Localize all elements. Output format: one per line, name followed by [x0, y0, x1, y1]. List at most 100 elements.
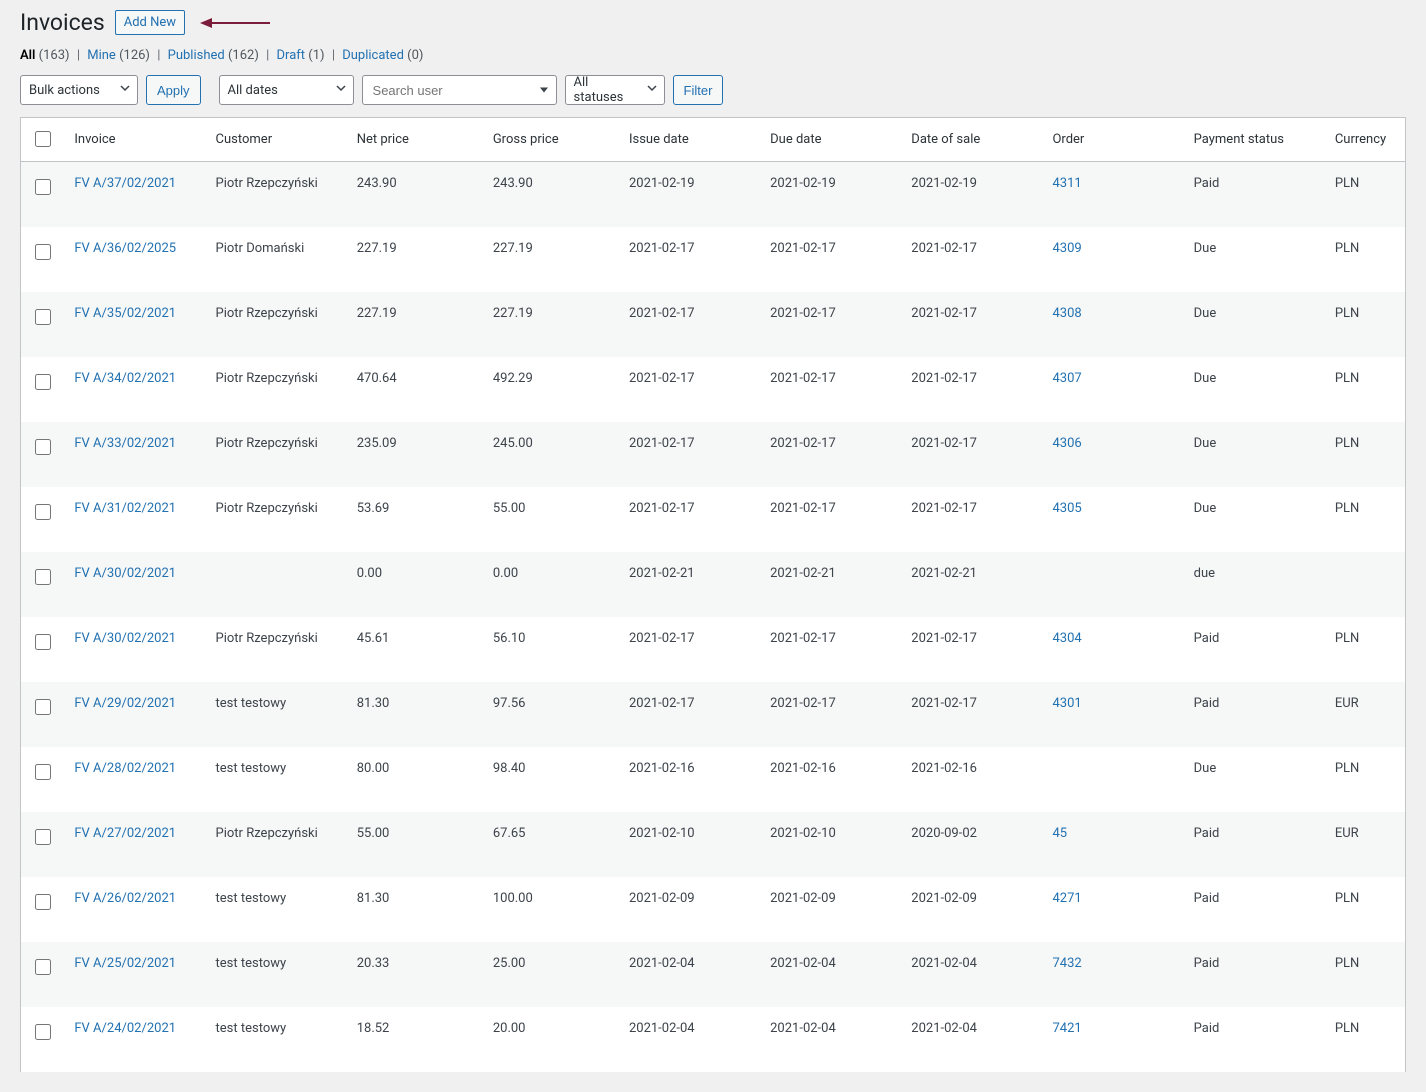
row-checkbox[interactable]: [35, 374, 51, 390]
order-link[interactable]: 4308: [1052, 306, 1081, 321]
order-link[interactable]: 4304: [1052, 631, 1081, 646]
invoice-link[interactable]: FV A/30/02/2021: [74, 566, 176, 581]
table-row: FV A/29/02/2021test testowy81.3097.56202…: [21, 682, 1406, 747]
column-customer[interactable]: Customer: [206, 118, 347, 162]
invoice-link[interactable]: FV A/24/02/2021: [74, 1021, 176, 1036]
cell-sale: 2021-02-17: [901, 682, 1042, 747]
invoice-link[interactable]: FV A/30/02/2021: [74, 631, 176, 646]
chevron-down-icon: [119, 82, 131, 98]
cell-issue: 2021-02-17: [619, 422, 760, 487]
cell-gross: 97.56: [483, 682, 619, 747]
select-all-checkbox[interactable]: [35, 131, 51, 147]
order-link[interactable]: 4271: [1052, 891, 1081, 906]
cell-issue: 2021-02-17: [619, 682, 760, 747]
cell-sale: 2021-02-17: [901, 357, 1042, 422]
table-row: FV A/28/02/2021test testowy80.0098.40202…: [21, 747, 1406, 812]
row-checkbox[interactable]: [35, 179, 51, 195]
row-checkbox[interactable]: [35, 894, 51, 910]
cell-gross: 0.00: [483, 552, 619, 617]
cell-net: 81.30: [347, 877, 483, 942]
column-issue-date[interactable]: Issue date: [619, 118, 760, 162]
filter-published[interactable]: Published: [168, 48, 225, 63]
cell-sale: 2021-02-16: [901, 747, 1042, 812]
cell-due: 2021-02-17: [760, 682, 901, 747]
row-checkbox[interactable]: [35, 959, 51, 975]
order-link[interactable]: 45: [1052, 826, 1067, 841]
status-filter-label: All statuses: [574, 75, 638, 105]
cell-status: Due: [1184, 422, 1325, 487]
cell-currency: PLN: [1325, 877, 1406, 942]
cell-net: 227.19: [347, 292, 483, 357]
filter-draft[interactable]: Draft: [277, 48, 306, 63]
cell-issue: 2021-02-17: [619, 487, 760, 552]
column-currency[interactable]: Currency: [1325, 118, 1406, 162]
order-link[interactable]: 4301: [1052, 696, 1081, 711]
invoice-link[interactable]: FV A/36/02/2025: [74, 241, 176, 256]
date-filter-select[interactable]: All dates: [219, 75, 354, 105]
row-checkbox[interactable]: [35, 634, 51, 650]
filter-all[interactable]: All: [20, 48, 35, 63]
cell-net: 227.19: [347, 227, 483, 292]
column-gross-price[interactable]: Gross price: [483, 118, 619, 162]
row-checkbox[interactable]: [35, 309, 51, 325]
search-user-input[interactable]: [371, 82, 548, 99]
cell-due: 2021-02-16: [760, 747, 901, 812]
invoice-link[interactable]: FV A/27/02/2021: [74, 826, 176, 841]
add-new-button[interactable]: Add New: [115, 10, 185, 35]
apply-button[interactable]: Apply: [146, 75, 201, 105]
column-net-price[interactable]: Net price: [347, 118, 483, 162]
table-row: FV A/34/02/2021Piotr Rzepczyński470.6449…: [21, 357, 1406, 422]
filter-button[interactable]: Filter: [673, 75, 724, 105]
row-checkbox[interactable]: [35, 244, 51, 260]
cell-net: 81.30: [347, 682, 483, 747]
cell-net: 243.90: [347, 162, 483, 228]
invoice-link[interactable]: FV A/26/02/2021: [74, 891, 176, 906]
cell-issue: 2021-02-21: [619, 552, 760, 617]
table-row: FV A/26/02/2021test testowy81.30100.0020…: [21, 877, 1406, 942]
filter-duplicated[interactable]: Duplicated: [342, 48, 404, 63]
column-due-date[interactable]: Due date: [760, 118, 901, 162]
row-checkbox[interactable]: [35, 504, 51, 520]
cell-customer: Piotr Rzepczyński: [206, 487, 347, 552]
cell-gross: 100.00: [483, 877, 619, 942]
order-link[interactable]: 7432: [1052, 956, 1081, 971]
order-link[interactable]: 4311: [1052, 176, 1081, 191]
arrow-left-icon: [200, 16, 270, 30]
column-invoice[interactable]: Invoice: [64, 118, 205, 162]
row-checkbox[interactable]: [35, 764, 51, 780]
invoice-link[interactable]: FV A/31/02/2021: [74, 501, 176, 516]
order-link[interactable]: 4305: [1052, 501, 1081, 516]
order-link[interactable]: 4309: [1052, 241, 1081, 256]
invoice-link[interactable]: FV A/34/02/2021: [74, 371, 176, 386]
bulk-actions-select[interactable]: Bulk actions: [20, 75, 138, 105]
cell-status: Paid: [1184, 1007, 1325, 1072]
column-payment-status[interactable]: Payment status: [1184, 118, 1325, 162]
order-link[interactable]: 4306: [1052, 436, 1081, 451]
order-link[interactable]: 4307: [1052, 371, 1081, 386]
invoice-link[interactable]: FV A/25/02/2021: [74, 956, 176, 971]
row-checkbox[interactable]: [35, 1024, 51, 1040]
column-order[interactable]: Order: [1042, 118, 1183, 162]
row-checkbox[interactable]: [35, 699, 51, 715]
cell-currency: PLN: [1325, 1007, 1406, 1072]
invoice-link[interactable]: FV A/28/02/2021: [74, 761, 176, 776]
cell-net: 53.69: [347, 487, 483, 552]
table-row: FV A/25/02/2021test testowy20.3325.00202…: [21, 942, 1406, 1007]
invoice-link[interactable]: FV A/37/02/2021: [74, 176, 176, 191]
cell-customer: [206, 552, 347, 617]
filter-mine[interactable]: Mine: [87, 48, 116, 63]
invoice-link[interactable]: FV A/33/02/2021: [74, 436, 176, 451]
row-checkbox[interactable]: [35, 569, 51, 585]
filter-published-count: (162): [228, 48, 259, 63]
invoice-link[interactable]: FV A/29/02/2021: [74, 696, 176, 711]
column-date-of-sale[interactable]: Date of sale: [901, 118, 1042, 162]
row-checkbox[interactable]: [35, 829, 51, 845]
cell-currency: PLN: [1325, 292, 1406, 357]
search-user-input-wrap[interactable]: [362, 75, 557, 105]
order-link[interactable]: 7421: [1052, 1021, 1081, 1036]
cell-due: 2021-02-10: [760, 812, 901, 877]
cell-sale: 2021-02-09: [901, 877, 1042, 942]
invoice-link[interactable]: FV A/35/02/2021: [74, 306, 176, 321]
row-checkbox[interactable]: [35, 439, 51, 455]
status-filter-select[interactable]: All statuses: [565, 75, 665, 105]
